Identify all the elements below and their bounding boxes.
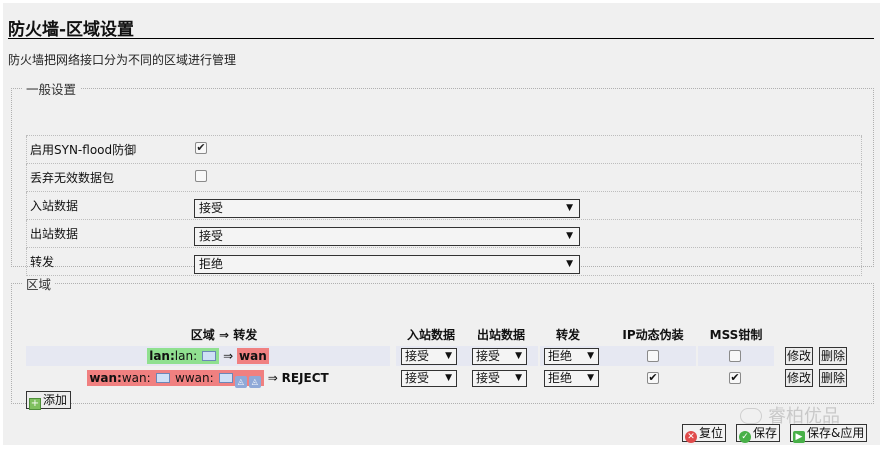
masquerade-checkbox[interactable] [647, 350, 659, 362]
network-interface-icon [218, 373, 233, 383]
input-policy-row: 入站数据 接受 ▼ [26, 192, 862, 220]
dropdown-arrow-icon: ▼ [445, 351, 452, 361]
input-policy-value: 接受 [199, 201, 224, 215]
network-interface-icon [202, 351, 217, 361]
network-interface-icon [155, 373, 170, 383]
reset-icon: ✕ [685, 431, 697, 443]
forward-arrow: ⇒ [267, 371, 278, 385]
delete-zone-button[interactable]: 删除 [819, 347, 848, 365]
zone-row-wan: wan:wan: wwan: ◬ ◬ ⇒ REJECT 接受 ▼ 接受 ▼ 拒绝 ▼ ✔… [26, 368, 862, 388]
forward-target-wan: wan [237, 348, 269, 364]
save-button[interactable]: ✓ 保存 [736, 424, 781, 443]
edit-zone-button[interactable]: 修改 [785, 347, 814, 365]
forward-arrow: ⇒ [223, 349, 234, 363]
add-icon: + [29, 398, 41, 410]
wireless-icon: ◬ [248, 376, 261, 388]
zone-forward-cell: wan:wan: wwan: ◬ ◬ ⇒ REJECT [26, 368, 390, 388]
save-apply-button[interactable]: ▶ 保存&应用 [790, 424, 868, 443]
dropdown-arrow-icon: ▼ [515, 373, 522, 383]
input-policy-select[interactable]: 接受 ▼ [194, 199, 580, 218]
zone-output-select[interactable]: 接受 ▼ [472, 370, 527, 387]
mss-clamping-checkbox[interactable] [729, 350, 741, 362]
input-policy-label: 入站数据 [30, 199, 79, 213]
general-settings-table: 启用SYN-flood防御 ✔ 丢弃无效数据包 入站数据 接受 ▼ 出站数据 接… [26, 135, 862, 276]
dropdown-arrow-icon: ▼ [587, 373, 594, 383]
zone-row-lan: lan:lan: ⇒ wan 接受 ▼ 接受 ▼ 拒绝 ▼ 修改 删除 [26, 346, 862, 366]
forward-policy-row: 转发 拒绝 ▼ [26, 248, 862, 276]
header-input: 入站数据 [406, 328, 455, 342]
add-zone-label: 添加 [43, 393, 68, 407]
header-zone-forward: 区域 ⇒ 转发 [190, 328, 258, 342]
zone-forward-select[interactable]: 拒绝 ▼ [544, 348, 599, 365]
masquerade-checkbox[interactable]: ✔ [647, 372, 659, 384]
zone-output-select[interactable]: 接受 ▼ [472, 348, 527, 365]
forward-policy-label: 转发 [30, 255, 55, 269]
add-zone-button[interactable]: + 添加 [26, 391, 72, 410]
forward-policy-select[interactable]: 拒绝 ▼ [194, 255, 580, 274]
header-forward: 转发 [555, 328, 580, 342]
delete-zone-button[interactable]: 删除 [819, 369, 848, 387]
edit-zone-button[interactable]: 修改 [785, 369, 814, 387]
page: 防火墙-区域设置 防火墙把网络接口分为不同的区域进行管理 一般设置 启用SYN-… [3, 3, 880, 445]
drop-invalid-checkbox[interactable] [195, 170, 207, 182]
zone-input-select[interactable]: 接受 ▼ [401, 348, 457, 365]
forward-target-reject: REJECT [281, 371, 329, 385]
zone-badge-lan: lan:lan: [147, 348, 220, 364]
header-output: 出站数据 [476, 328, 525, 342]
zone-forward-cell: lan:lan: ⇒ wan [26, 346, 390, 366]
reset-button[interactable]: ✕ 复位 [682, 424, 727, 443]
zones-legend: 区域 [26, 277, 52, 292]
zones-section: 区域 区域 ⇒ 转发 入站数据 出站数据 转发 IP动态伪装 MSS钳制 lan… [11, 274, 874, 410]
save-icon: ✓ [739, 431, 751, 443]
header-masquerade: IP动态伪装 [622, 328, 684, 342]
title-divider [8, 38, 874, 39]
general-settings-section: 一般设置 启用SYN-flood防御 ✔ 丢弃无效数据包 入站数据 接受 ▼ 出… [11, 79, 874, 276]
output-policy-value: 接受 [199, 229, 224, 243]
header-mss-clamping: MSS钳制 [709, 328, 763, 342]
output-policy-row: 出站数据 接受 ▼ [26, 220, 862, 248]
forward-policy-value: 拒绝 [199, 257, 224, 271]
zone-input-select[interactable]: 接受 ▼ [401, 370, 457, 387]
zone-forward-select[interactable]: 拒绝 ▼ [544, 370, 599, 387]
drop-invalid-row: 丢弃无效数据包 [26, 164, 862, 192]
dropdown-arrow-icon: ▼ [566, 259, 573, 269]
syn-flood-row: 启用SYN-flood防御 ✔ [26, 136, 862, 164]
page-description: 防火墙把网络接口分为不同的区域进行管理 [8, 53, 237, 67]
dropdown-arrow-icon: ▼ [445, 373, 452, 383]
apply-icon: ▶ [793, 431, 805, 443]
page-title: 防火墙-区域设置 [8, 20, 135, 40]
output-policy-select[interactable]: 接受 ▼ [194, 227, 580, 246]
drop-invalid-label: 丢弃无效数据包 [30, 171, 115, 185]
dropdown-arrow-icon: ▼ [515, 351, 522, 361]
mss-clamping-checkbox[interactable]: ✔ [729, 372, 741, 384]
general-settings-legend: 一般设置 [26, 82, 77, 97]
dropdown-arrow-icon: ▼ [566, 203, 573, 213]
dropdown-arrow-icon: ▼ [566, 231, 573, 241]
dropdown-arrow-icon: ▼ [587, 351, 594, 361]
syn-flood-label: 启用SYN-flood防御 [30, 143, 137, 157]
zone-badge-wan: wan:wan: wwan: ◬ ◬ [87, 370, 264, 388]
output-policy-label: 出站数据 [30, 227, 79, 241]
wireless-icon: ◬ [234, 376, 247, 388]
syn-flood-checkbox[interactable]: ✔ [195, 142, 207, 154]
wechat-icon [740, 408, 762, 424]
